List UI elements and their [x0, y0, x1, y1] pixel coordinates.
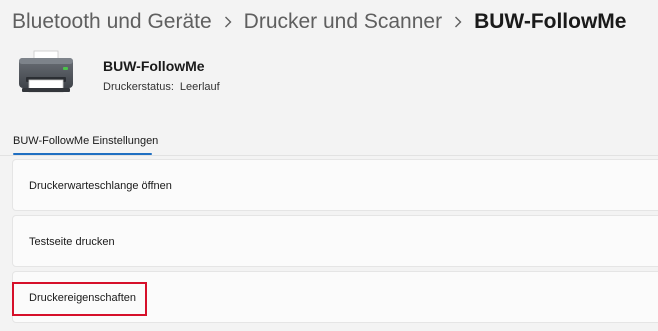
tab-printer-settings[interactable]: BUW-FollowMe Einstellungen: [13, 134, 158, 148]
breadcrumb-current-page: BUW-FollowMe: [474, 10, 627, 33]
chevron-right-icon: [454, 16, 462, 28]
device-header: BUW-FollowMe Druckerstatus: Leerlauf: [16, 50, 220, 96]
status-label: Druckerstatus:: [103, 81, 174, 93]
print-test-page-button[interactable]: Testseite drucken: [12, 215, 658, 267]
tab-divider: [0, 155, 658, 156]
printer-properties-label: Druckereigenschaften: [29, 292, 137, 304]
chevron-right-icon: [224, 16, 232, 28]
open-print-queue-label: Druckerwarteschlange öffnen: [29, 180, 172, 192]
printer-settings-page: Bluetooth und Geräte Drucker und Scanner…: [0, 0, 658, 331]
printer-icon: [19, 50, 73, 93]
device-info: BUW-FollowMe Druckerstatus: Leerlauf: [103, 57, 220, 94]
open-print-queue-button[interactable]: Druckerwarteschlange öffnen: [12, 159, 658, 211]
status-value: Leerlauf: [179, 81, 220, 93]
printer-properties-button[interactable]: Druckereigenschaften: [12, 271, 658, 323]
breadcrumb-bluetooth-devices[interactable]: Bluetooth und Geräte: [12, 7, 212, 37]
device-name: BUW-FollowMe: [103, 58, 205, 74]
breadcrumb-printers-scanners[interactable]: Drucker und Scanner: [244, 7, 442, 37]
print-test-page-label: Testseite drucken: [29, 236, 115, 248]
device-status: Druckerstatus: Leerlauf: [103, 80, 220, 94]
breadcrumb: Bluetooth und Geräte Drucker und Scanner…: [12, 7, 626, 37]
